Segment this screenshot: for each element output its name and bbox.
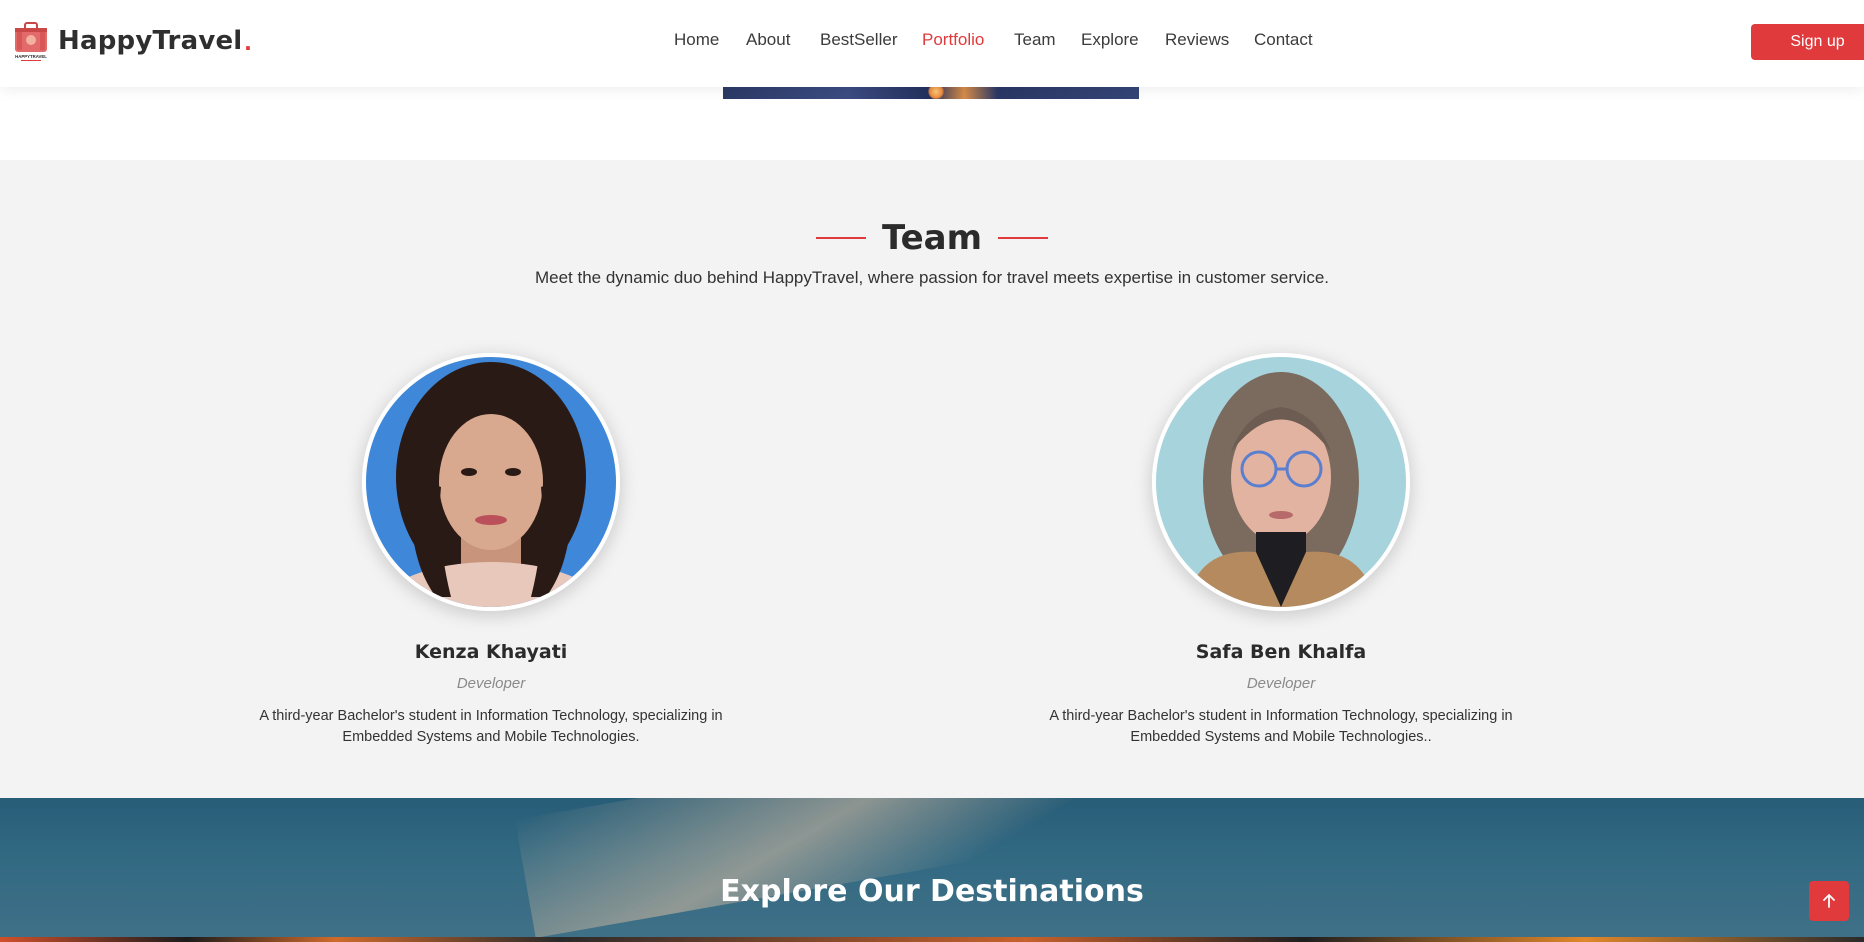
member-name: Kenza Khayati bbox=[414, 641, 568, 663]
team-member-card: Kenza Khayati Developer A third-year Bac… bbox=[231, 353, 751, 748]
site-header: HAPPYTRAVEL HappyTravel . Home About Bes… bbox=[0, 0, 1864, 87]
member-photo bbox=[1156, 357, 1406, 607]
team-member-card: Safa Ben Khalfa Developer A third-year B… bbox=[1021, 353, 1541, 748]
nav-contact[interactable]: Contact bbox=[1254, 30, 1313, 50]
title-divider-right bbox=[998, 237, 1049, 239]
explore-section: Explore Our Destinations bbox=[0, 798, 1864, 942]
member-role: Developer bbox=[1246, 675, 1316, 692]
member-name: Safa Ben Khalfa bbox=[1195, 641, 1367, 663]
svg-text:HAPPYTRAVEL: HAPPYTRAVEL bbox=[15, 54, 47, 59]
member-role: Developer bbox=[456, 675, 526, 692]
nav-portfolio[interactable]: Portfolio bbox=[922, 30, 984, 50]
member-description: A third-year Bachelor's student in Infor… bbox=[1049, 708, 1513, 745]
team-heading: Team bbox=[0, 218, 1864, 258]
nav-reviews[interactable]: Reviews bbox=[1165, 30, 1229, 50]
member-photo bbox=[366, 357, 616, 607]
arrow-up-icon bbox=[1823, 894, 1835, 908]
title-divider-left bbox=[815, 237, 866, 239]
explore-title: Explore Our Destinations bbox=[720, 874, 1144, 909]
team-title: Team bbox=[881, 218, 983, 258]
member-description: A third-year Bachelor's student in Infor… bbox=[259, 708, 723, 745]
signup-button[interactable]: Sign up bbox=[1751, 24, 1864, 60]
back-to-top-button[interactable] bbox=[1809, 881, 1849, 921]
nav-home[interactable]: Home bbox=[674, 30, 719, 50]
nav-explore[interactable]: Explore bbox=[1081, 30, 1139, 50]
team-subtitle: Meet the dynamic duo behind HappyTravel,… bbox=[534, 268, 1330, 287]
main-nav: Home About BestSeller Portfolio Team Exp… bbox=[0, 30, 1864, 54]
nav-bestseller[interactable]: BestSeller bbox=[820, 30, 897, 50]
nav-about[interactable]: About bbox=[746, 30, 790, 50]
team-section: Team Meet the dynamic duo behind HappyTr… bbox=[0, 160, 1864, 798]
avatar bbox=[1152, 353, 1410, 611]
nav-team[interactable]: Team bbox=[1014, 30, 1056, 50]
avatar bbox=[362, 353, 620, 611]
destinations-carousel-edge bbox=[0, 937, 1864, 942]
